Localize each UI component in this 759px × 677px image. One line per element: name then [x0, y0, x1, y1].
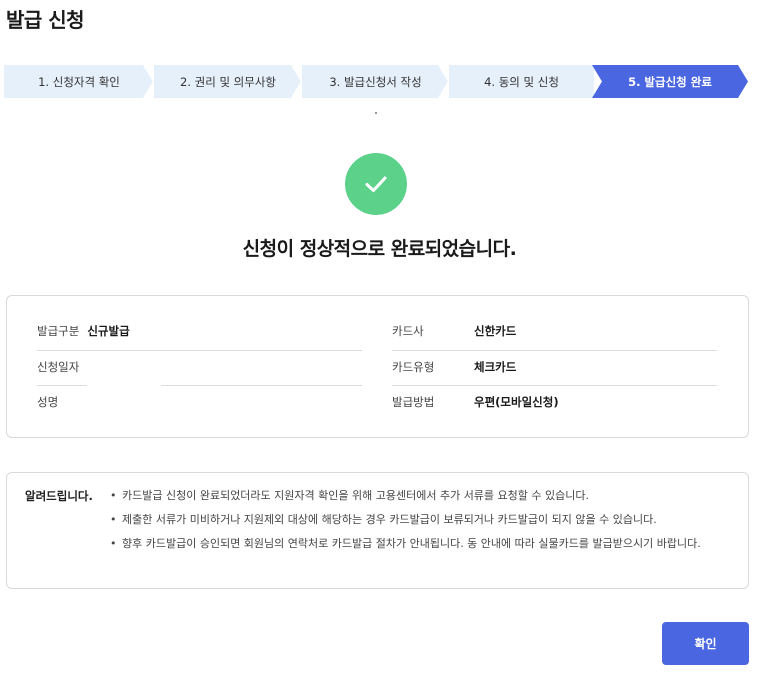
confirm-button[interactable]: 확인 [662, 622, 749, 665]
card-type-value: 체크카드 [474, 360, 517, 374]
notice-box: 알려드립니다. 카드발급 신청이 완료되었더라도 지원자격 확인을 위해 고용센… [6, 472, 749, 589]
check-icon [365, 176, 387, 192]
info-row-apply-date: 신청일자 [37, 350, 362, 384]
apply-date-label: 신청일자 [37, 360, 80, 374]
info-row-issue-method: 발급방법 우편(모바일신청) [392, 385, 717, 419]
step-4: 4. 동의 및 신청 [449, 65, 594, 98]
step-3: 3. 발급신청서 작성 [302, 65, 449, 98]
step-3-label: 3. 발급신청서 작성 [329, 74, 422, 89]
issue-type-value: 신규발급 [87, 324, 130, 338]
notice-list: 카드발급 신청이 완료되었더라도 지원자격 확인을 위해 고용센터에서 추가 서… [110, 485, 730, 557]
success-badge [345, 153, 407, 215]
name-label: 성명 [37, 395, 59, 409]
notice-item: 향후 카드발급이 승인되면 회원님의 연락처로 카드발급 절차가 안내됩니다. … [110, 533, 730, 555]
step-5-label: 5. 발급신청 완료 [628, 74, 712, 89]
issue-type-label: 발급구분 [37, 324, 80, 338]
card-company-label: 카드사 [392, 324, 424, 338]
info-row-card-company: 카드사 신한카드 [392, 314, 717, 348]
decorative-dot [375, 112, 377, 114]
notice-item: 카드발급 신청이 완료되었더라도 지원자격 확인을 위해 고용센터에서 추가 서… [110, 485, 730, 507]
step-5: 5. 발급신청 완료 [592, 65, 748, 98]
notice-title: 알려드립니다. [25, 489, 93, 503]
info-row-issue-type: 발급구분 신규발급 [37, 314, 362, 348]
issue-method-label: 발급방법 [392, 395, 435, 409]
info-row-name: 성명 [37, 385, 362, 419]
step-1: 1. 신청자격 확인 [4, 65, 154, 98]
issue-method-value: 우편(모바일신청) [474, 395, 559, 409]
step-2-label: 2. 권리 및 의무사항 [180, 74, 276, 89]
progress-stepper: 1. 신청자격 확인 2. 권리 및 의무사항 3. 발급신청서 작성 4. 동… [4, 65, 748, 98]
completion-message: 신청이 정상적으로 완료되었습니다. [242, 238, 517, 260]
card-type-label: 카드유형 [392, 360, 435, 374]
application-summary: 발급구분 신규발급 신청일자 성명 카드사 신한카드 카드유형 체크카드 발급방… [6, 295, 749, 438]
notice-item: 제출한 서류가 미비하거나 지원제외 대상에 해당하는 경우 카드발급이 보류되… [110, 509, 730, 531]
page-title: 발급 신청 [6, 8, 85, 32]
step-2: 2. 권리 및 의무사항 [154, 65, 302, 98]
info-row-card-type: 카드유형 체크카드 [392, 350, 717, 384]
card-company-value: 신한카드 [474, 324, 517, 338]
step-4-label: 4. 동의 및 신청 [484, 74, 559, 89]
step-1-label: 1. 신청자격 확인 [38, 74, 120, 89]
